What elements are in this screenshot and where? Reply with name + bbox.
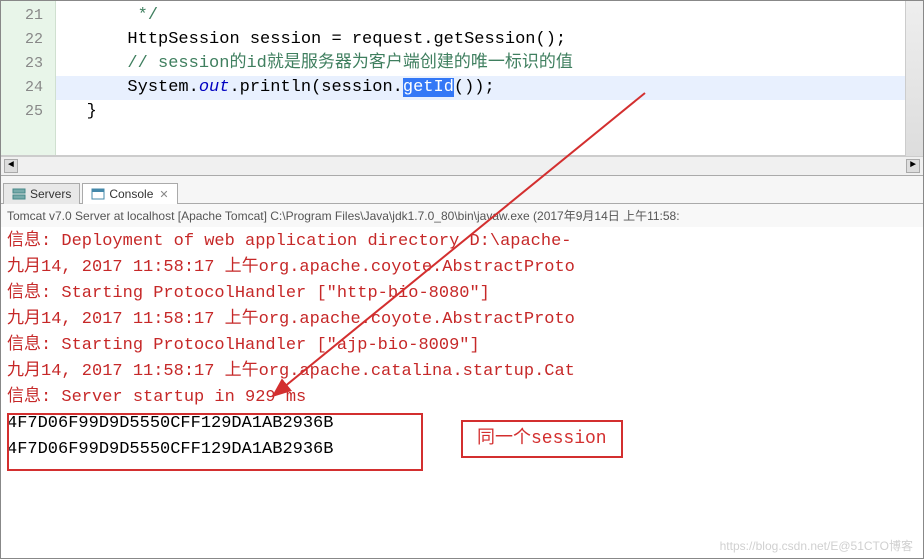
watermark-text: https://blog.csdn.net/E@51CTO博客 [720,537,913,554]
vertical-scrollbar[interactable] [905,1,923,156]
scroll-left-icon[interactable]: ◄ [4,159,18,173]
server-icon [12,187,26,201]
code-line-25: } [56,100,923,124]
line-number: 22 [1,28,55,52]
line-number: 24 [1,76,55,100]
console-line: 九月14, 2017 11:58:17 上午org.apache.coyote.… [7,255,917,281]
tab-label: Servers [30,187,71,201]
console-line: 九月14, 2017 11:58:17 上午org.apache.coyote.… [7,307,917,333]
code-line-22: HttpSession session = request.getSession… [56,28,923,52]
code-line-23: // session的id就是服务器为客户端创建的唯一标识的值 [56,52,923,76]
console-process-header: Tomcat v7.0 Server at localhost [Apache … [1,204,923,227]
console-line: 九月14, 2017 11:58:17 上午org.apache.catalin… [7,359,917,385]
line-number: 21 [1,4,55,28]
console-line: 信息: Starting ProtocolHandler ["http-bio-… [7,281,917,307]
tab-console[interactable]: Console ✕ [82,183,177,204]
console-line: 信息: Deployment of web application direct… [7,229,917,255]
console-line: 信息: Server startup in 929 ms [7,385,917,411]
code-line-24: System.out.println(session.getId()); [56,76,923,100]
code-line-21: */ [56,4,923,28]
scroll-right-icon[interactable]: ► [906,159,920,173]
selected-text-getId: getId [403,78,454,97]
console-line: 信息: Starting ProtocolHandler ["ajp-bio-8… [7,333,917,359]
view-tab-bar: Servers Console ✕ [1,176,923,204]
line-number: 25 [1,100,55,124]
tab-servers[interactable]: Servers [3,183,80,204]
annotation-label-same-session: 同一个session [461,420,623,458]
horizontal-scrollbar[interactable]: ◄ ► [1,156,923,176]
annotation-box-session-ids [7,413,423,471]
code-editor[interactable]: 21 22 23 24 25 */ HttpSession session = … [1,1,923,156]
console-icon [91,187,105,201]
tab-label: Console [109,187,153,201]
line-number: 23 [1,52,55,76]
close-icon[interactable]: ✕ [159,188,168,201]
line-number-gutter: 21 22 23 24 25 [1,1,56,155]
code-area[interactable]: */ HttpSession session = request.getSess… [56,1,923,155]
console-output[interactable]: 信息: Deployment of web application direct… [1,227,923,465]
